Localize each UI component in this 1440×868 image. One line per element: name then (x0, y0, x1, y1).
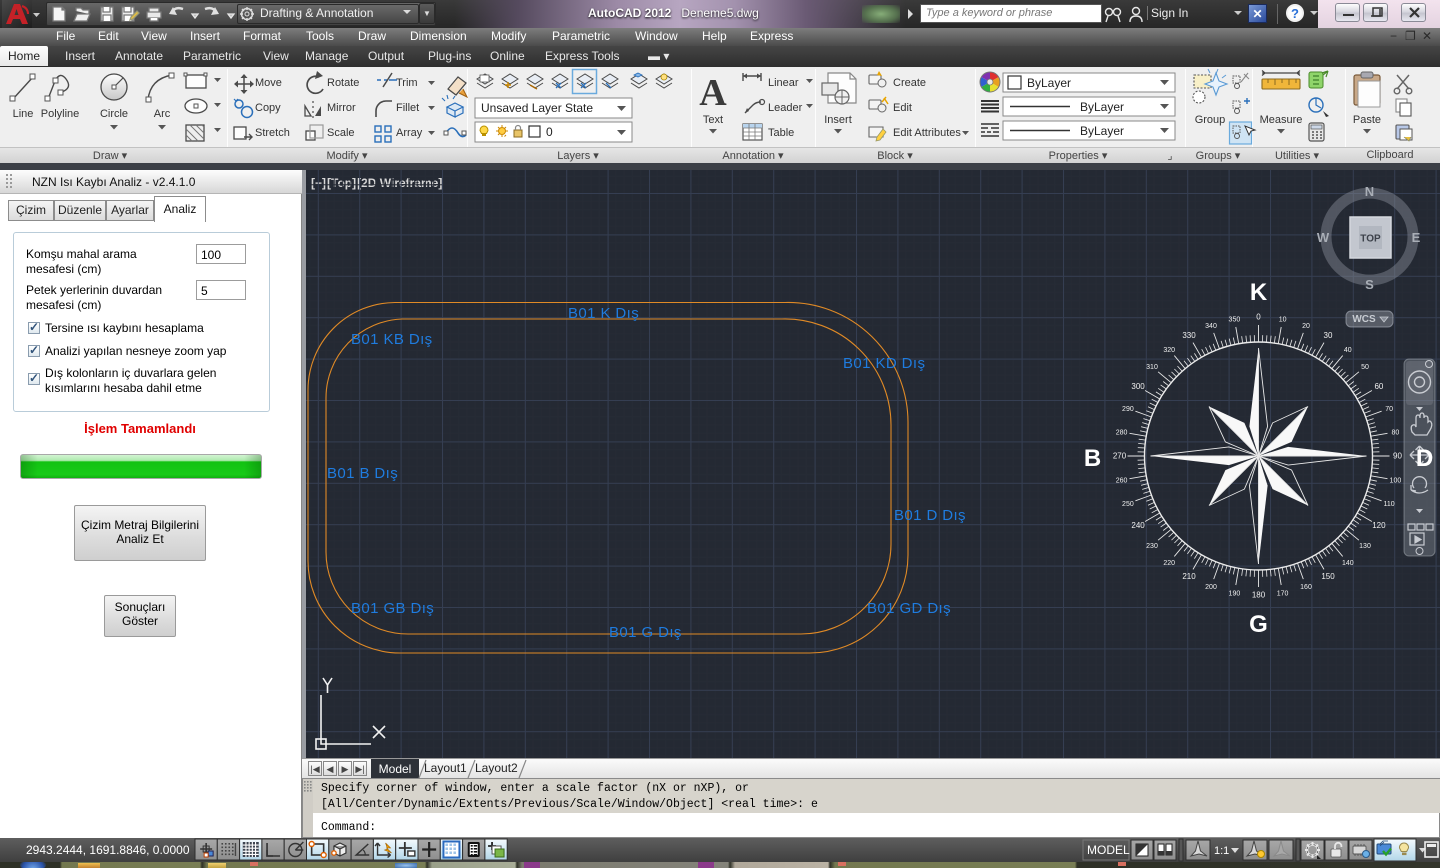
svg-text:310: 310 (1146, 364, 1158, 371)
svg-text:WCS: WCS (1352, 314, 1376, 325)
svg-text:60: 60 (1374, 382, 1383, 391)
svg-text:170: 170 (1277, 590, 1289, 597)
svg-text:40: 40 (1344, 347, 1352, 354)
svg-text:Group: Group (1195, 114, 1226, 126)
svg-text:300: 300 (1131, 382, 1145, 391)
svg-text:250: 250 (1122, 501, 1134, 508)
svg-text:230: 230 (1146, 543, 1158, 550)
svg-text:Paste: Paste (1353, 114, 1381, 126)
svg-text:B: B (1084, 445, 1101, 472)
svg-text:340: 340 (1205, 323, 1217, 330)
svg-text:0: 0 (1256, 313, 1261, 322)
svg-text:30: 30 (1324, 331, 1333, 340)
svg-text:80: 80 (1392, 429, 1400, 436)
svg-text:150: 150 (1321, 572, 1335, 581)
svg-text:Unsaved Layer State: Unsaved Layer State (481, 101, 593, 115)
svg-text:100: 100 (1390, 478, 1402, 485)
svg-text:Measure: Measure (1260, 114, 1303, 126)
svg-text:1:1: 1:1 (1214, 845, 1229, 857)
svg-text:K: K (1250, 279, 1268, 306)
svg-text:210: 210 (1182, 572, 1196, 581)
svg-text:Text: Text (703, 114, 723, 126)
svg-text:TOP: TOP (1360, 234, 1381, 245)
svg-text:240: 240 (1131, 521, 1145, 530)
svg-text:D: D (1416, 445, 1433, 472)
svg-text:50: 50 (1361, 364, 1369, 371)
svg-text:270: 270 (1113, 452, 1127, 461)
svg-text:ByLayer: ByLayer (1080, 100, 1124, 114)
svg-text:N: N (1365, 184, 1374, 199)
svg-text:Insert: Insert (824, 114, 852, 126)
svg-text:200: 200 (1205, 584, 1217, 591)
svg-text:320: 320 (1163, 347, 1175, 354)
svg-text:140: 140 (1342, 560, 1354, 567)
svg-text:90: 90 (1393, 452, 1402, 461)
svg-text:290: 290 (1122, 406, 1134, 413)
svg-text:160: 160 (1300, 584, 1312, 591)
svg-text:70: 70 (1385, 406, 1393, 413)
svg-text:A: A (699, 72, 727, 114)
svg-text:190: 190 (1229, 590, 1241, 597)
svg-text:260: 260 (1116, 478, 1128, 485)
svg-text:S: S (1365, 277, 1374, 292)
svg-text:130: 130 (1359, 543, 1371, 550)
svg-text:180: 180 (1252, 591, 1266, 600)
svg-text:350: 350 (1229, 317, 1241, 324)
svg-text:120: 120 (1372, 521, 1386, 530)
svg-text:ByLayer: ByLayer (1080, 124, 1124, 138)
svg-text:E: E (1412, 230, 1421, 245)
svg-text:0: 0 (546, 125, 553, 139)
svg-text:W: W (1317, 230, 1330, 245)
svg-text:10: 10 (1279, 317, 1287, 324)
svg-text:330: 330 (1182, 331, 1196, 340)
svg-text:110: 110 (1384, 501, 1395, 508)
svg-text:280: 280 (1116, 429, 1128, 436)
svg-text:220: 220 (1163, 560, 1175, 567)
svg-text:ByLayer: ByLayer (1027, 76, 1071, 90)
svg-text:G: G (1249, 611, 1268, 638)
svg-text:20: 20 (1302, 323, 1310, 330)
